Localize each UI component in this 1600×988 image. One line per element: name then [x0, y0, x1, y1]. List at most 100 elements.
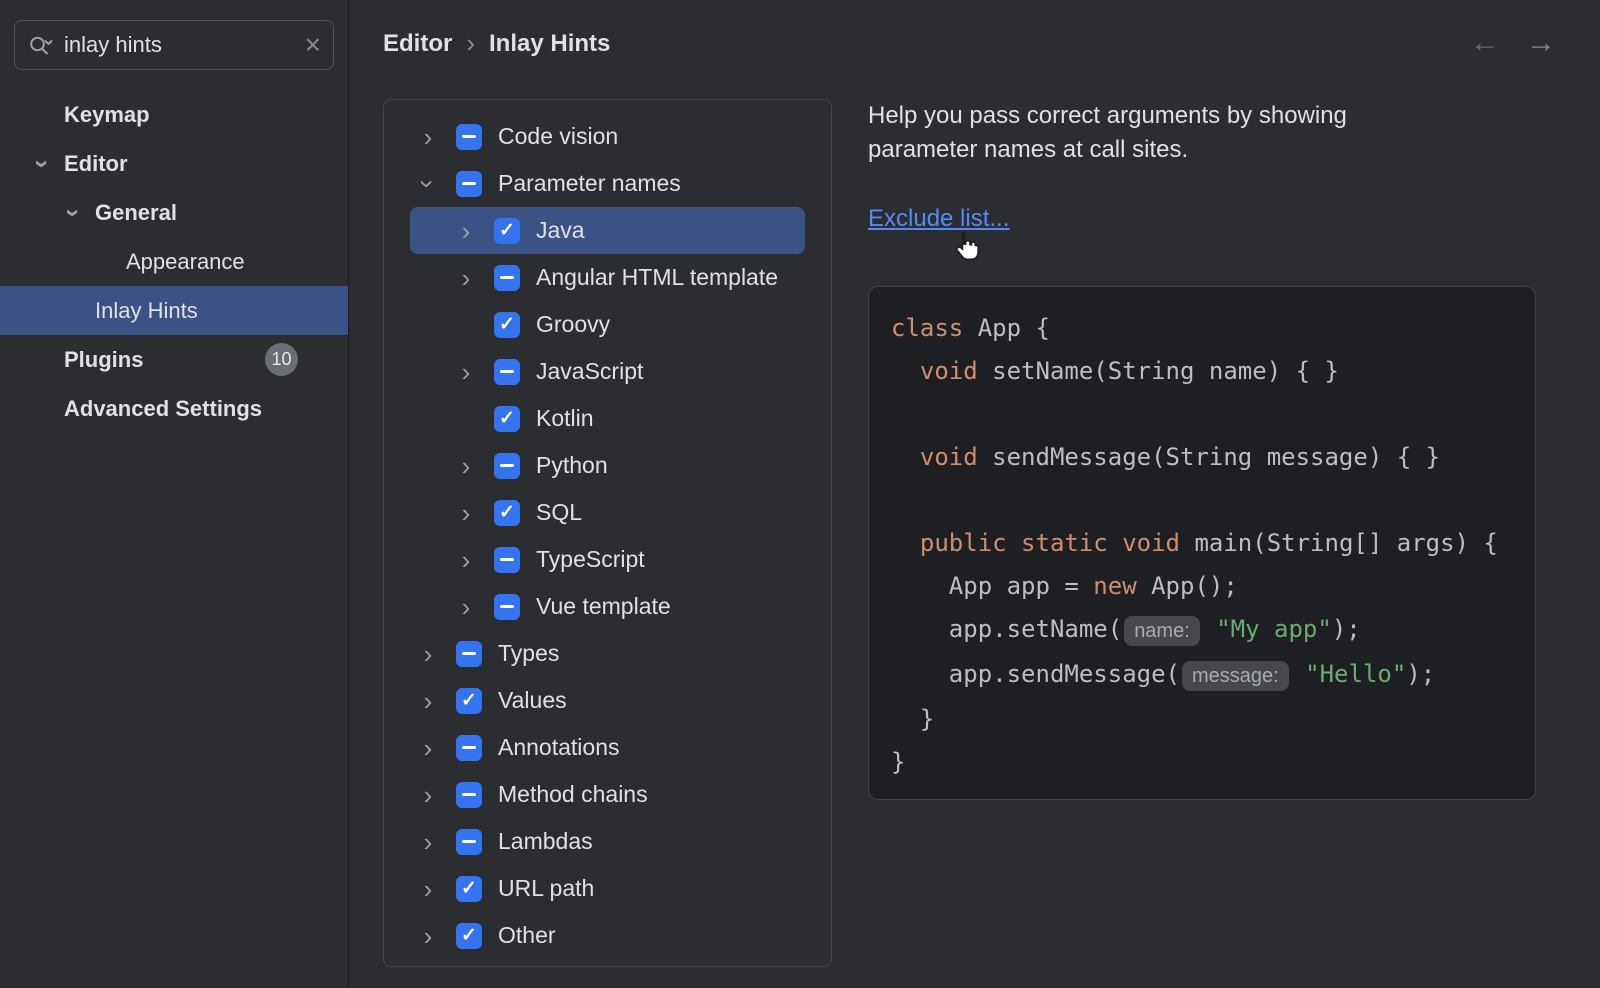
tree-item-label: Values: [498, 687, 567, 714]
forward-arrow-icon[interactable]: →: [1526, 26, 1556, 60]
chevron-right-icon[interactable]: ›: [453, 594, 479, 620]
code-token: setName(String name) { }: [978, 357, 1339, 385]
checkbox-parameter-names[interactable]: [456, 171, 482, 197]
chevron-right-icon[interactable]: ›: [415, 641, 441, 667]
checkbox-values[interactable]: ✓: [456, 688, 482, 714]
code-token: }: [891, 748, 905, 776]
sidebar-item-label: Editor: [64, 151, 128, 177]
chevron-right-icon[interactable]: ›: [415, 735, 441, 761]
tree-item-label: Method chains: [498, 781, 648, 808]
code-line: class App {: [891, 307, 1535, 350]
checkbox-method-chains[interactable]: [456, 782, 482, 808]
settings-search-input[interactable]: inlay hints ×: [14, 20, 334, 70]
tree-item-values[interactable]: › ✓ Values: [410, 677, 805, 724]
tree-item-label: Kotlin: [536, 405, 594, 432]
chevron-right-icon[interactable]: ›: [415, 876, 441, 902]
tree-item-annotations[interactable]: › Annotations: [410, 724, 805, 771]
sidebar-item-advanced-settings[interactable]: Advanced Settings: [0, 384, 348, 433]
checkbox-sql[interactable]: ✓: [494, 500, 520, 526]
tree-item-kotlin[interactable]: ›✓Kotlin: [410, 395, 805, 442]
code-line: void sendMessage(String message) { }: [891, 436, 1535, 479]
checkbox-other[interactable]: ✓: [456, 923, 482, 949]
sidebar-item-label: Appearance: [126, 249, 245, 275]
chevron-right-icon[interactable]: ›: [415, 688, 441, 714]
sidebar-item-label: Plugins: [64, 347, 143, 373]
tree-item-javascript[interactable]: ›JavaScript: [410, 348, 805, 395]
code-token: [1202, 615, 1216, 643]
tree-item-other[interactable]: › ✓ Other: [410, 912, 805, 959]
exclude-list-link[interactable]: Exclude list...: [868, 205, 1009, 233]
checkbox-typescript[interactable]: [494, 547, 520, 573]
tree-item-python[interactable]: ›Python: [410, 442, 805, 489]
sidebar-item-appearance[interactable]: Appearance: [0, 237, 348, 286]
sidebar-item-keymap[interactable]: Keymap: [0, 90, 348, 139]
code-token: sendMessage(String message) { }: [978, 443, 1440, 471]
tree-item-java[interactable]: ›✓Java: [410, 207, 805, 254]
tree-item-angular-html-template[interactable]: ›Angular HTML template: [410, 254, 805, 301]
checkmark-icon: ✓: [461, 926, 477, 945]
tree-item-parameter-names[interactable]: › Parameter names: [410, 160, 805, 207]
tree-item-types[interactable]: ›Types: [410, 630, 805, 677]
inlay-hints-tree-panel: ›Code vision›Parameter names›✓Java›Angul…: [383, 99, 832, 967]
chevron-right-icon[interactable]: ›: [415, 923, 441, 949]
feature-description: Help you pass correct arguments by showi…: [868, 99, 1448, 167]
chevron-down-icon[interactable]: ›: [30, 151, 56, 177]
chevron-right-icon[interactable]: ›: [453, 265, 479, 291]
chevron-right-icon[interactable]: ›: [453, 453, 479, 479]
chevron-right-icon[interactable]: ›: [415, 124, 441, 150]
chevron-down-icon[interactable]: ›: [61, 200, 87, 226]
tree-item-url-path[interactable]: ›✓URL path: [410, 865, 805, 912]
checkbox-types[interactable]: [456, 641, 482, 667]
chevron-right-icon[interactable]: ›: [415, 829, 441, 855]
sidebar-item-general[interactable]: › General: [0, 188, 348, 237]
settings-window: { "colors": { "bg": "#2b2d30", "divider"…: [0, 0, 1600, 988]
tree-item-code-vision[interactable]: › Code vision: [410, 113, 805, 160]
chevron-right-icon[interactable]: ›: [453, 218, 479, 244]
checkbox-python[interactable]: [494, 453, 520, 479]
inlay-hint-badge: message:: [1182, 661, 1289, 691]
tree-item-label: Parameter names: [498, 170, 681, 197]
tree-item-vue-template[interactable]: ›Vue template: [410, 583, 805, 630]
checkbox-lambdas[interactable]: [456, 829, 482, 855]
checkbox-angular-html-template[interactable]: [494, 265, 520, 291]
indeterminate-icon: [462, 840, 476, 843]
clear-search-icon[interactable]: ×: [305, 31, 321, 59]
tree-item-label: Annotations: [498, 734, 619, 761]
chevron-right-icon[interactable]: ›: [453, 500, 479, 526]
checkbox-annotations[interactable]: [456, 735, 482, 761]
chevron-down-icon[interactable]: ›: [415, 171, 441, 197]
checkbox-javascript[interactable]: [494, 359, 520, 385]
checkbox-kotlin[interactable]: ✓: [494, 406, 520, 432]
checkbox-code-vision[interactable]: [456, 124, 482, 150]
tree-item-groovy[interactable]: ›✓Groovy: [410, 301, 805, 348]
checkmark-icon: ✓: [461, 879, 477, 898]
tree-item-method-chains[interactable]: › Method chains: [410, 771, 805, 818]
tree-item-sql[interactable]: ›✓SQL: [410, 489, 805, 536]
back-arrow-icon[interactable]: ←: [1470, 26, 1500, 60]
sidebar-item-label: General: [95, 200, 177, 226]
sidebar-item-label: Inlay Hints: [95, 298, 198, 324]
checkbox-url-path[interactable]: ✓: [456, 876, 482, 902]
code-token: [891, 357, 920, 385]
chevron-right-icon[interactable]: ›: [453, 547, 479, 573]
sidebar-item-inlay-hints[interactable]: Inlay Hints: [0, 286, 348, 335]
tree-item-typescript[interactable]: ›TypeScript: [410, 536, 805, 583]
checkbox-groovy[interactable]: ✓: [494, 312, 520, 338]
code-preview: class App { void setName(String name) { …: [868, 286, 1536, 800]
code-token: "Hello": [1305, 660, 1406, 688]
tree-item-lambdas[interactable]: ›Lambdas: [410, 818, 805, 865]
checkbox-vue-template[interactable]: [494, 594, 520, 620]
tree-item-label: Code vision: [498, 123, 618, 150]
search-icon: [27, 32, 54, 59]
indeterminate-icon: [500, 370, 514, 373]
breadcrumb-editor[interactable]: Editor: [383, 30, 452, 58]
chevron-right-icon[interactable]: ›: [453, 359, 479, 385]
sidebar-item-editor[interactable]: › Editor: [0, 139, 348, 188]
sidebar-item-plugins[interactable]: Plugins10: [0, 335, 348, 384]
tree-item-label: Other: [498, 922, 556, 949]
chevron-right-icon[interactable]: ›: [415, 782, 441, 808]
code-line: }: [891, 741, 1535, 784]
indeterminate-icon: [462, 135, 476, 138]
checkbox-java[interactable]: ✓: [494, 218, 520, 244]
code-token: class: [891, 314, 963, 342]
